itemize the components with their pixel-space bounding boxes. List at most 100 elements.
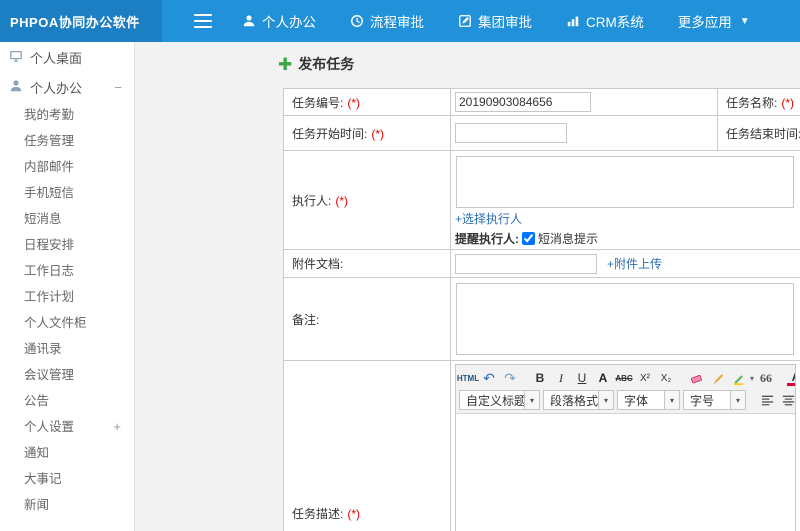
remark-textarea[interactable]: [456, 283, 794, 355]
task-name-label: 任务名称: (*): [717, 88, 800, 116]
sidebar-item-sms[interactable]: 手机短信: [0, 180, 134, 206]
nav-label: 流程审批: [370, 15, 424, 30]
sidebar: 个人桌面 个人办公 − 我的考勤 任务管理 内部邮件 手机短信 短消息 日程安排…: [0, 42, 135, 531]
strikethrough-button[interactable]: ABC: [615, 369, 633, 387]
sidebar-item-internal-mail[interactable]: 内部邮件: [0, 154, 134, 180]
chevron-down-icon: ▾: [598, 391, 613, 409]
nav-label: CRM系统: [586, 15, 644, 30]
app-logo: PHPOA协同办公软件: [0, 0, 162, 42]
remark-label: 备注:: [283, 277, 451, 361]
person-icon: [9, 79, 23, 96]
nav-label: 更多应用: [677, 15, 732, 30]
clock-icon: [350, 14, 364, 28]
sms-remind-label: 短消息提示: [538, 232, 599, 246]
subscript-button[interactable]: X₂: [657, 369, 675, 387]
sms-remind-checkbox[interactable]: [522, 232, 535, 245]
executor-textarea[interactable]: [456, 156, 794, 208]
sidebar-item-label: 个人办公: [30, 80, 83, 96]
nav-group-approval[interactable]: 集团审批: [458, 11, 532, 31]
sidebar-item-events[interactable]: 大事记: [0, 466, 134, 492]
nav-personal-office[interactable]: 个人办公: [242, 11, 316, 31]
rich-text-editor: HTML ↶ ↷ B I U A ABC X² X₂ ▾ 66 自定义标题 ▾ …: [455, 364, 796, 531]
blockquote-button[interactable]: 66: [757, 369, 775, 387]
eraser-icon[interactable]: [687, 369, 705, 387]
description-label: 任务描述: (*): [283, 360, 451, 531]
desktop-icon: [9, 49, 23, 66]
sidebar-item-personal-office[interactable]: 个人办公 −: [0, 72, 134, 102]
redo-icon[interactable]: ↷: [501, 369, 519, 387]
nav-more-apps[interactable]: 更多应用 ▼: [678, 11, 750, 31]
top-header: PHPOA协同办公软件 个人办公 流程审批 集团审批 CRM系统 更多应用 ▼: [0, 0, 800, 42]
sidebar-item-settings[interactable]: 个人设置 +: [0, 414, 134, 440]
italic-button[interactable]: I: [552, 369, 570, 387]
sidebar-item-contacts[interactable]: 通讯录: [0, 336, 134, 362]
superscript-button[interactable]: X²: [636, 369, 654, 387]
table-row: 任务描述: (*) HTML ↶ ↷ B I U A ABC X² X₂ ▾ 6…: [283, 360, 800, 531]
source-code-button[interactable]: HTML: [457, 369, 479, 387]
sidebar-item-desktop[interactable]: 个人桌面: [0, 42, 134, 72]
font-button[interactable]: A: [594, 369, 612, 387]
align-left-icon[interactable]: [758, 391, 776, 409]
table-row: 任务开始时间:(*) 任务结束时间:(*): [283, 115, 800, 151]
table-row: 附件文档: +附件上传: [283, 249, 800, 278]
person-icon: [242, 14, 256, 28]
table-row: 执行人: (*) +选择执行人 提醒执行人: 短消息提示: [283, 150, 800, 250]
add-icon: ✚: [278, 54, 293, 74]
sidebar-item-work-plan[interactable]: 工作计划: [0, 284, 134, 310]
sidebar-item-attendance[interactable]: 我的考勤: [0, 102, 134, 128]
sidebar-item-meeting[interactable]: 会议管理: [0, 362, 134, 388]
sidebar-item-schedule[interactable]: 日程安排: [0, 232, 134, 258]
attachment-label: 附件文档:: [283, 249, 451, 278]
remind-executor-label: 提醒执行人:: [455, 232, 519, 246]
publish-task-form: 任务编号:(*) 任务名称:(*) 任务开始时间:(*) 任务结束时间:(*) …: [283, 88, 800, 531]
task-number-label: 任务编号: (*): [283, 88, 451, 116]
table-row: 备注:: [283, 277, 800, 361]
editor-toolbar: HTML ↶ ↷ B I U A ABC X² X₂ ▾ 66 自定义标题 ▾ …: [456, 365, 795, 414]
collapse-icon[interactable]: −: [114, 80, 125, 95]
sidebar-item-label: 个人桌面: [30, 50, 83, 66]
sidebar-item-work-log[interactable]: 工作日志: [0, 258, 134, 284]
underline-button[interactable]: U: [573, 369, 591, 387]
executor-label: 执行人: (*): [283, 150, 451, 250]
edit-square-icon: [458, 14, 472, 28]
main-content: ✚ 发布任务 任务编号:(*) 任务名称:(*) 任务开始时间:(*) 任务结束…: [136, 42, 800, 531]
page-title: ✚ 发布任务: [278, 54, 354, 74]
nav-crm-system[interactable]: CRM系统: [566, 11, 644, 31]
nav-workflow-approval[interactable]: 流程审批: [350, 11, 424, 31]
sidebar-item-notice[interactable]: 通知: [0, 440, 134, 466]
bold-button[interactable]: B: [531, 369, 549, 387]
format-brush-icon[interactable]: [708, 369, 726, 387]
highlight-color-icon[interactable]: [729, 369, 747, 387]
sidebar-item-task-management[interactable]: 任务管理: [0, 128, 134, 154]
undo-icon[interactable]: ↶: [480, 369, 498, 387]
sidebar-item-short-message[interactable]: 短消息: [0, 206, 134, 232]
attachment-input[interactable]: [455, 253, 597, 274]
choose-executor-link[interactable]: +选择执行人: [455, 212, 522, 226]
paragraph-format-select[interactable]: 段落格式 ▾: [543, 390, 614, 410]
chevron-down-icon: ▾: [524, 391, 539, 409]
heading-select[interactable]: 自定义标题 ▾: [459, 390, 540, 410]
task-number-input[interactable]: [455, 92, 591, 112]
sidebar-item-news[interactable]: 新闻: [0, 492, 134, 518]
nav-label: 个人办公: [262, 15, 316, 30]
nav-label: 集团审批: [478, 15, 532, 30]
attachment-upload-link[interactable]: +附件上传: [607, 255, 662, 272]
align-center-icon[interactable]: [779, 391, 795, 409]
font-family-select[interactable]: 字体 ▾: [617, 390, 680, 410]
menu-toggle-icon[interactable]: [194, 14, 212, 28]
start-time-label: 任务开始时间: (*): [283, 115, 451, 151]
expand-icon[interactable]: +: [113, 414, 124, 440]
start-time-input[interactable]: [455, 123, 567, 143]
font-size-select[interactable]: 字号 ▾: [683, 390, 746, 410]
chevron-down-icon[interactable]: ▾: [750, 374, 754, 383]
page-title-text: 发布任务: [298, 56, 355, 72]
main-nav: 个人办公 流程审批 集团审批 CRM系统 更多应用 ▼: [242, 11, 750, 31]
end-time-label: 任务结束时间:(*): [717, 115, 800, 151]
sidebar-item-announcement[interactable]: 公告: [0, 388, 134, 414]
table-row: 任务编号:(*) 任务名称:(*): [283, 88, 800, 116]
font-color-button[interactable]: A: [787, 371, 795, 386]
sidebar-item-file-cabinet[interactable]: 个人文件柜: [0, 310, 134, 336]
chevron-down-icon: ▾: [664, 391, 679, 409]
chevron-down-icon: ▼: [739, 15, 750, 27]
editor-content-area[interactable]: [456, 414, 795, 531]
